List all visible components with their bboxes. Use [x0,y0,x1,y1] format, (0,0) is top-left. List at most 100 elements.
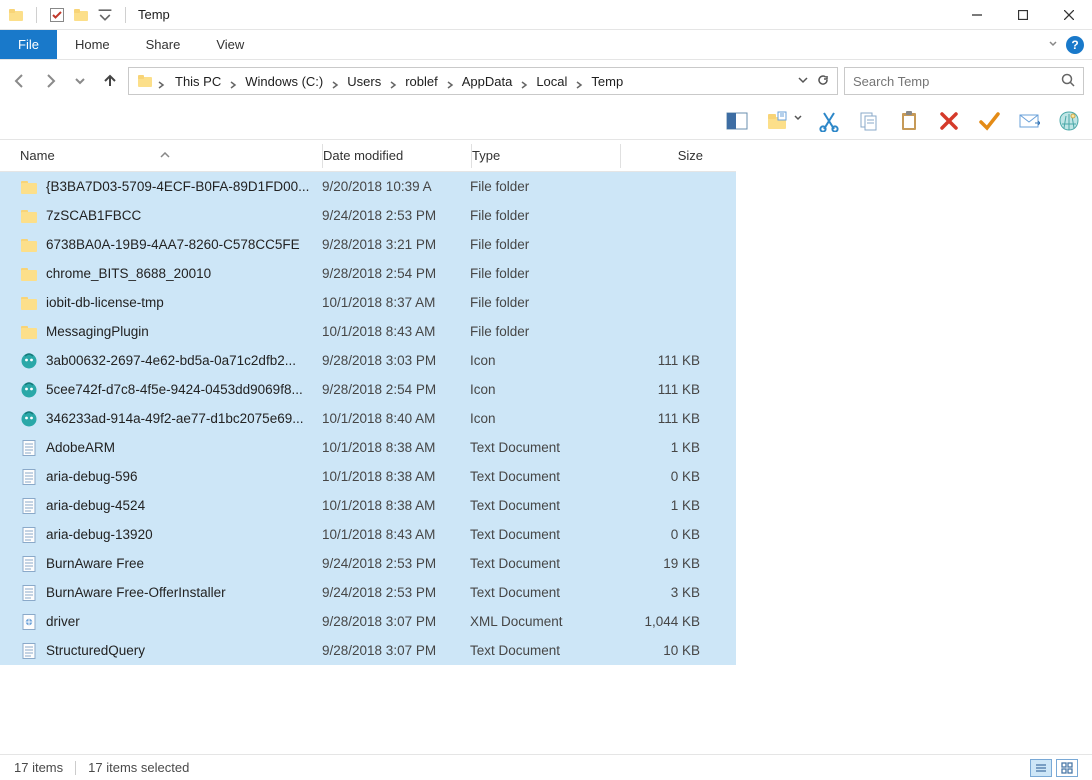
table-row[interactable]: 5cee742f-d7c8-4f5e-9424-0453dd9069f8...9… [0,375,736,404]
cell-name: aria-debug-596 [0,468,322,486]
chevron-right-icon[interactable] [571,68,587,94]
copy-icon[interactable] [856,108,882,134]
search-input[interactable] [853,74,1061,89]
tab-home[interactable]: Home [57,30,128,59]
chevron-right-icon[interactable] [327,68,343,94]
table-row[interactable]: AdobeARM10/1/2018 8:38 AMText Document1 … [0,433,736,462]
status-selected-count: 17 items selected [88,760,189,775]
file-name-label: chrome_BITS_8688_20010 [46,266,211,281]
paste-icon[interactable] [896,108,922,134]
table-row[interactable]: MessagingPlugin10/1/2018 8:43 AMFile fol… [0,317,736,346]
shell-icon[interactable] [1056,108,1082,134]
file-tab[interactable]: File [0,30,57,59]
breadcrumb-segment[interactable]: This PC [171,68,225,94]
tab-view[interactable]: View [198,30,262,59]
table-row[interactable]: StructuredQuery9/28/2018 3:07 PMText Doc… [0,636,736,665]
folder-icon[interactable] [73,7,89,23]
table-row[interactable]: BurnAware Free-OfferInstaller9/24/2018 2… [0,578,736,607]
cell-date: 10/1/2018 8:43 AM [322,527,470,542]
table-row[interactable]: 6738BA0A-19B9-4AA7-8260-C578CC5FE9/28/20… [0,230,736,259]
column-size-header[interactable]: Size [621,148,717,163]
cell-type: Text Document [470,556,618,571]
view-large-icons-button[interactable] [1056,759,1078,777]
cell-date: 9/28/2018 3:07 PM [322,643,470,658]
help-icon[interactable]: ? [1066,36,1084,54]
cell-date: 9/20/2018 10:39 A [322,179,470,194]
mail-icon[interactable] [1016,108,1042,134]
chevron-right-icon[interactable] [225,68,241,94]
column-date-header[interactable]: Date modified [323,148,471,163]
xml-icon [20,613,38,631]
breadcrumb-root-icon[interactable] [133,68,169,94]
table-row[interactable]: 3ab00632-2697-4e62-bd5a-0a71c2dfb2...9/2… [0,346,736,375]
address-bar[interactable]: This PC Windows (C:) Users roblef AppData Loc… [128,67,838,95]
minimize-button[interactable] [954,0,1000,30]
breadcrumb-segment[interactable]: roblef [401,68,442,94]
separator [125,7,126,23]
table-row[interactable]: aria-debug-59610/1/2018 8:38 AMText Docu… [0,462,736,491]
toolbar [0,102,1092,140]
separator [75,761,76,775]
cell-type: File folder [470,237,618,252]
navpane-icon[interactable] [724,108,750,134]
table-row[interactable]: iobit-db-license-tmp10/1/2018 8:37 AMFil… [0,288,736,317]
cell-date: 9/28/2018 3:21 PM [322,237,470,252]
file-name-label: MessagingPlugin [46,324,149,339]
cell-date: 10/1/2018 8:43 AM [322,324,470,339]
cell-name: 6738BA0A-19B9-4AA7-8260-C578CC5FE [0,236,322,254]
table-row[interactable]: BurnAware Free9/24/2018 2:53 PMText Docu… [0,549,736,578]
table-row[interactable]: chrome_BITS_8688_200109/28/2018 2:54 PMF… [0,259,736,288]
nav-up-button[interactable] [98,69,122,93]
breadcrumb-segment[interactable]: Windows (C:) [241,68,327,94]
table-row[interactable]: 7zSCAB1FBCC9/24/2018 2:53 PMFile folder [0,201,736,230]
tab-share[interactable]: Share [128,30,199,59]
refresh-icon[interactable] [817,74,829,89]
cut-icon[interactable] [816,108,842,134]
txt-icon [20,439,38,457]
cell-date: 9/28/2018 3:07 PM [322,614,470,629]
chevron-down-icon[interactable] [794,114,802,122]
file-name-label: 7zSCAB1FBCC [46,208,141,223]
chevron-right-icon[interactable] [516,68,532,94]
breadcrumb-segment[interactable]: Local [532,68,571,94]
cell-name: {B3BA7D03-5709-4ECF-B0FA-89D1FD00... [0,178,322,196]
column-type-header[interactable]: Type [472,148,620,163]
nav-forward-button[interactable] [38,69,62,93]
breadcrumb-segment[interactable]: Users [343,68,385,94]
chevron-right-icon[interactable] [385,68,401,94]
search-icon[interactable] [1061,73,1075,90]
properties-check-icon[interactable] [49,7,65,23]
table-row[interactable]: aria-debug-1392010/1/2018 8:43 AMText Do… [0,520,736,549]
cell-type: File folder [470,179,618,194]
nav-recent-dropdown[interactable] [68,69,92,93]
breadcrumb-segment[interactable]: AppData [458,68,517,94]
folder-icon [8,7,24,23]
file-name-label: BurnAware Free [46,556,144,571]
txt-icon [20,468,38,486]
cell-name: aria-debug-4524 [0,497,322,515]
chevron-right-icon[interactable] [442,68,458,94]
cell-size: 111 KB [618,411,714,426]
maximize-button[interactable] [1000,0,1046,30]
cell-name: 346233ad-914a-49f2-ae77-d1bc2075e69... [0,410,322,428]
window-controls [954,0,1092,30]
table-row[interactable]: driver9/28/2018 3:07 PMXML Document1,044… [0,607,736,636]
breadcrumb-segment[interactable]: Temp [587,68,627,94]
column-name-header[interactable]: Name [0,148,322,163]
ribbon-collapse-icon[interactable] [1048,37,1058,52]
new-folder-icon[interactable] [764,108,802,134]
qat-dropdown-icon[interactable] [97,7,113,23]
rename-check-icon[interactable] [976,108,1002,134]
table-row[interactable]: {B3BA7D03-5709-4ECF-B0FA-89D1FD00...9/20… [0,172,736,201]
cell-type: Text Document [470,643,618,658]
cell-name: 3ab00632-2697-4e62-bd5a-0a71c2dfb2... [0,352,322,370]
close-button[interactable] [1046,0,1092,30]
delete-icon[interactable] [936,108,962,134]
address-dropdown-icon[interactable] [797,74,809,89]
nav-back-button[interactable] [8,69,32,93]
view-details-button[interactable] [1030,759,1052,777]
table-row[interactable]: 346233ad-914a-49f2-ae77-d1bc2075e69...10… [0,404,736,433]
search-box[interactable] [844,67,1084,95]
folder-icon [20,294,38,312]
table-row[interactable]: aria-debug-452410/1/2018 8:38 AMText Doc… [0,491,736,520]
